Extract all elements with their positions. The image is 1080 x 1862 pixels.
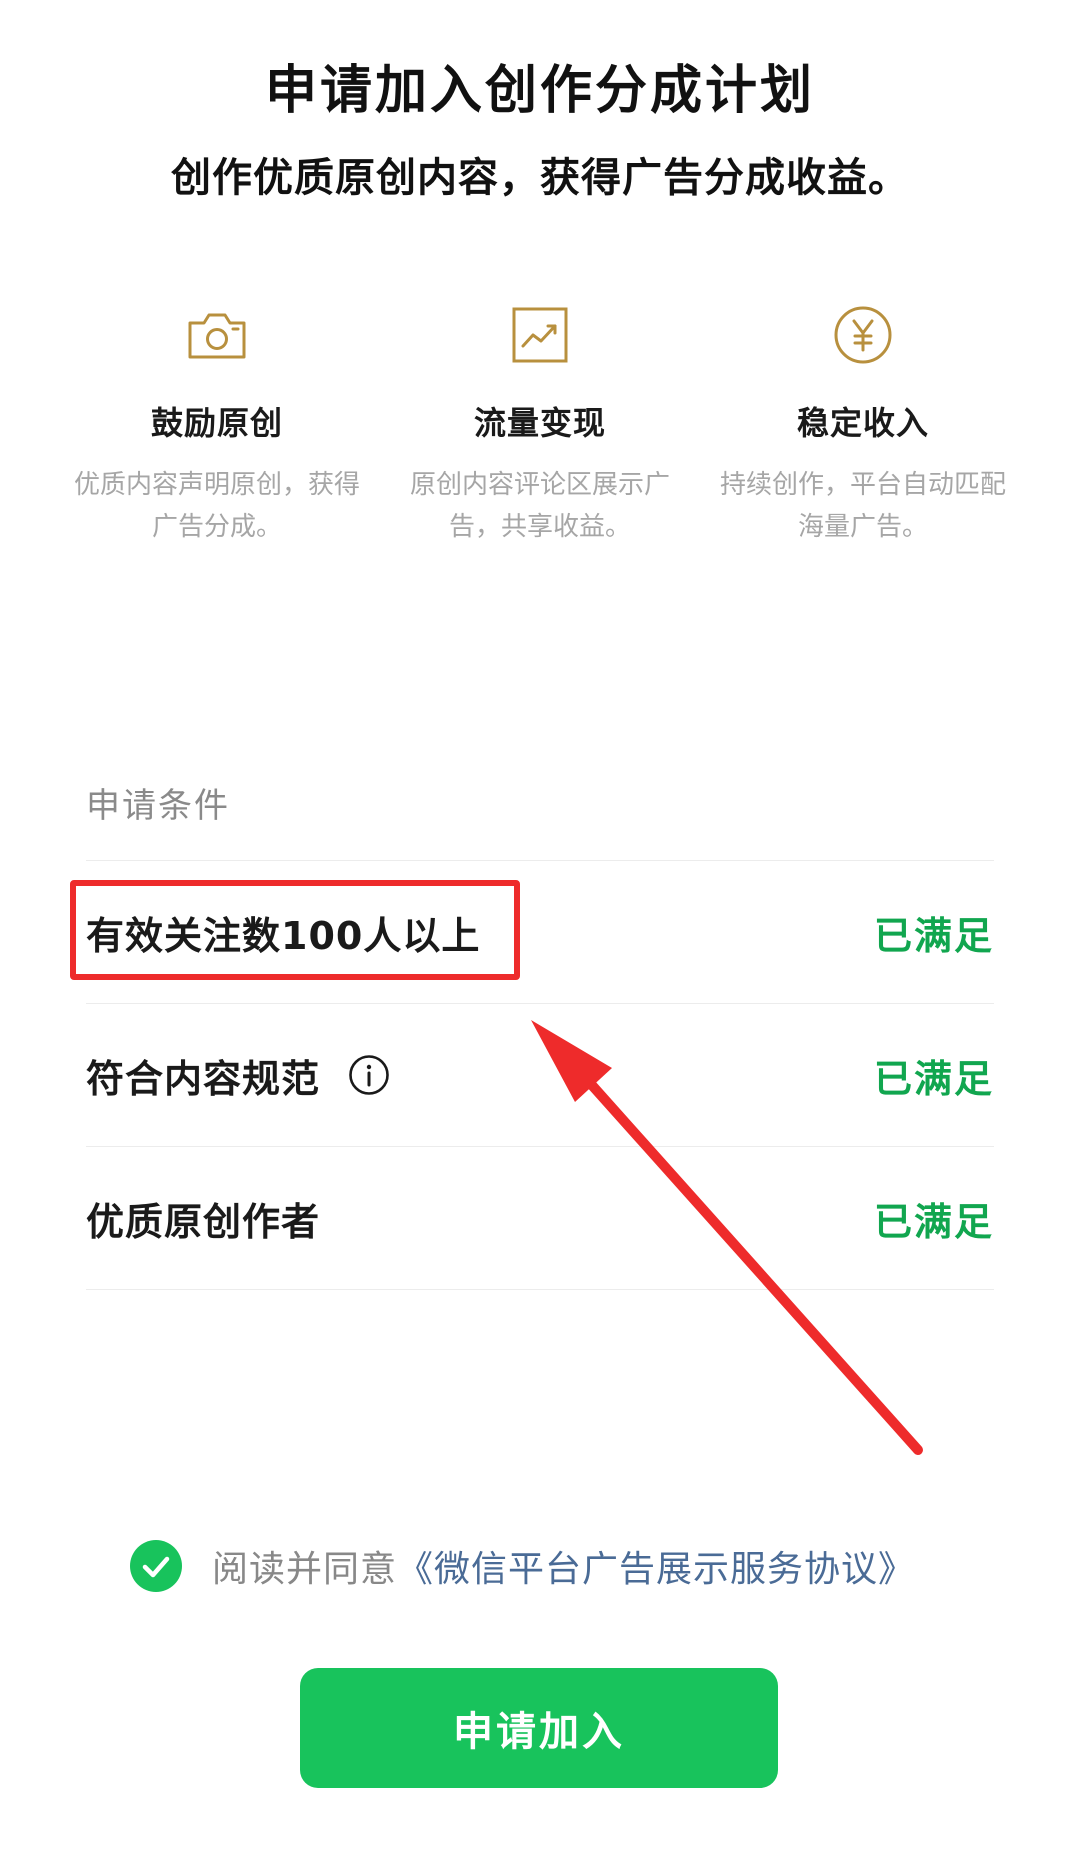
- feature-desc: 持续创作，平台自动匹配海量广告。: [719, 470, 1006, 542]
- page-subtitle: 创作优质原创内容，获得广告分成收益。: [171, 155, 909, 201]
- agreement-text: 阅读并同意: [212, 1549, 398, 1590]
- feature-title: 流量变现: [473, 404, 606, 442]
- condition-name-text: 优质原创作者: [86, 1199, 321, 1244]
- condition-status: 已满足: [873, 913, 994, 958]
- camera-icon: [182, 300, 252, 370]
- feature-title: 鼓励原创: [150, 404, 283, 442]
- feature-list: 鼓励原创 优质内容声明原创，获得广告分成。 流量变现 原创内容评论区展示广告，共…: [62, 300, 1018, 548]
- agreement-link[interactable]: 《微信平台广告展示服务协议》: [397, 1540, 915, 1592]
- feature-item-income: 稳定收入 持续创作，平台自动匹配海量广告。: [708, 300, 1018, 548]
- feature-desc: 优质内容声明原创，获得广告分成。: [73, 470, 360, 542]
- condition-name: 有效关注数100人以上: [86, 905, 480, 960]
- page: 申请加入创作分成计划 创作优质原创内容，获得广告分成收益。 鼓励原创 优质内容声…: [0, 0, 1080, 1862]
- feature-item-original: 鼓励原创 优质内容声明原创，获得广告分成。: [62, 300, 372, 548]
- condition-name: 符合内容规范: [86, 1048, 390, 1103]
- condition-row-followers: 有效关注数100人以上 已满足: [86, 860, 994, 1003]
- info-icon[interactable]: [348, 1054, 390, 1096]
- condition-row-original-creator: 优质原创作者 已满足: [86, 1146, 994, 1290]
- condition-status: 已满足: [873, 1056, 994, 1101]
- condition-name-text: 符合内容规范: [86, 1056, 321, 1101]
- apply-join-button[interactable]: 申请加入: [300, 1668, 778, 1788]
- condition-status: 已满足: [873, 1199, 994, 1244]
- condition-name-text: 有效关注数100人以上: [86, 913, 481, 958]
- page-title: 申请加入创作分成计划: [264, 61, 815, 121]
- trend-chart-icon: [505, 300, 575, 370]
- feature-desc: 原创内容评论区展示广告，共享收益。: [409, 470, 670, 542]
- yuan-coin-icon: [828, 300, 898, 370]
- checkbox-checked-icon[interactable]: [130, 1540, 182, 1592]
- condition-row-content-policy: 符合内容规范 已满足: [86, 1003, 994, 1146]
- condition-name: 优质原创作者: [86, 1191, 320, 1246]
- feature-item-monetize: 流量变现 原创内容评论区展示广告，共享收益。: [385, 300, 695, 548]
- agreement-row: 阅读并同意 《微信平台广告展示服务协议》: [130, 1540, 915, 1592]
- conditions-label: 申请条件: [86, 786, 230, 826]
- feature-title: 稳定收入: [796, 404, 929, 442]
- conditions-list: 有效关注数100人以上 已满足 符合内容规范 已满足 优质原创作者 已满足: [86, 860, 994, 1290]
